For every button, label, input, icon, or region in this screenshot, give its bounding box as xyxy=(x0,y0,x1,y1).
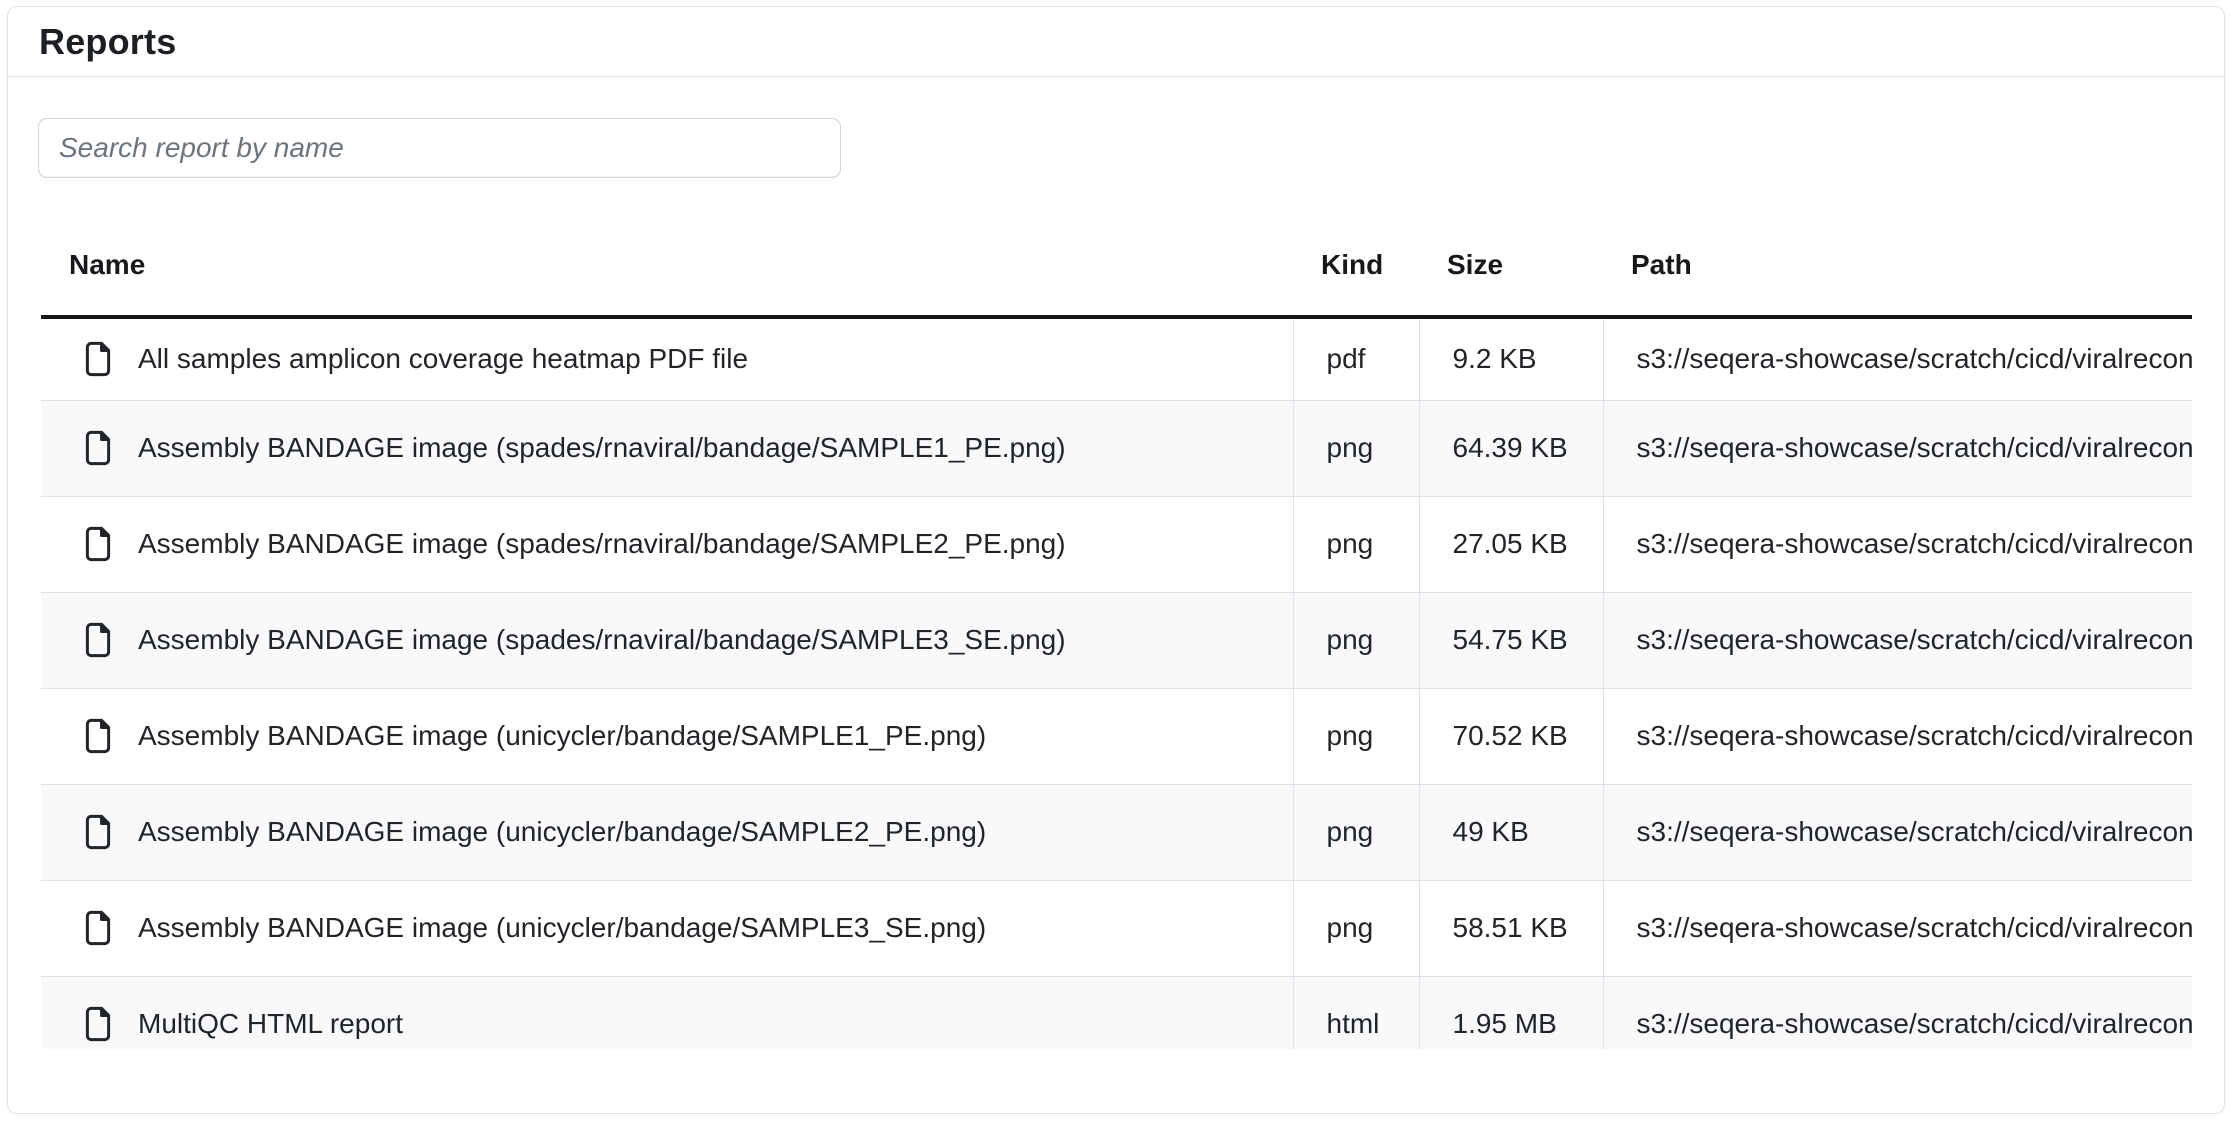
report-path: s3://seqera-showcase/scratch/cicd/viralr… xyxy=(1603,688,2192,784)
col-header-path: Path xyxy=(1603,214,2192,317)
report-name: All samples amplicon coverage heatmap PD… xyxy=(138,343,748,375)
col-header-size: Size xyxy=(1419,214,1603,317)
report-size: 9.2 KB xyxy=(1419,317,1603,400)
col-header-name: Name xyxy=(41,214,1293,317)
report-kind: pdf xyxy=(1293,317,1419,400)
report-size: 54.75 KB xyxy=(1419,592,1603,688)
report-path: s3://seqera-showcase/scratch/cicd/viralr… xyxy=(1603,976,2192,1049)
reports-table: Name Kind Size Path All samples amplicon… xyxy=(41,214,2192,1049)
report-name: Assembly BANDAGE image (spades/rnaviral/… xyxy=(138,624,1066,656)
report-kind: png xyxy=(1293,400,1419,496)
report-name: MultiQC HTML report xyxy=(138,1008,403,1040)
report-kind: png xyxy=(1293,688,1419,784)
report-path: s3://seqera-showcase/scratch/cicd/viralr… xyxy=(1603,317,2192,400)
report-kind: html xyxy=(1293,976,1419,1049)
table-row[interactable]: Assembly BANDAGE image (unicycler/bandag… xyxy=(41,688,2192,784)
file-icon xyxy=(81,909,115,947)
reports-table-body: All samples amplicon coverage heatmap PD… xyxy=(41,317,2192,1049)
table-row[interactable]: Assembly BANDAGE image (unicycler/bandag… xyxy=(41,880,2192,976)
report-size: 58.51 KB xyxy=(1419,880,1603,976)
reports-card: Reports Name Kind Size Path xyxy=(7,6,2225,1114)
report-kind: png xyxy=(1293,784,1419,880)
report-name: Assembly BANDAGE image (unicycler/bandag… xyxy=(138,816,986,848)
search-input[interactable] xyxy=(38,118,841,178)
file-icon xyxy=(81,621,115,659)
card-header: Reports xyxy=(8,7,2224,77)
report-size: 70.52 KB xyxy=(1419,688,1603,784)
file-icon xyxy=(81,429,115,467)
table-row[interactable]: Assembly BANDAGE image (unicycler/bandag… xyxy=(41,784,2192,880)
report-path: s3://seqera-showcase/scratch/cicd/viralr… xyxy=(1603,880,2192,976)
report-name: Assembly BANDAGE image (spades/rnaviral/… xyxy=(138,528,1066,560)
report-path: s3://seqera-showcase/scratch/cicd/viralr… xyxy=(1603,784,2192,880)
report-size: 64.39 KB xyxy=(1419,400,1603,496)
report-name: Assembly BANDAGE image (unicycler/bandag… xyxy=(138,912,986,944)
report-name: Assembly BANDAGE image (spades/rnaviral/… xyxy=(138,432,1066,464)
report-kind: png xyxy=(1293,496,1419,592)
file-icon xyxy=(81,813,115,851)
report-name: Assembly BANDAGE image (unicycler/bandag… xyxy=(138,720,986,752)
table-header-row: Name Kind Size Path xyxy=(41,214,2192,317)
report-path: s3://seqera-showcase/scratch/cicd/viralr… xyxy=(1603,592,2192,688)
table-row[interactable]: Assembly BANDAGE image (spades/rnaviral/… xyxy=(41,400,2192,496)
table-row[interactable]: Assembly BANDAGE image (spades/rnaviral/… xyxy=(41,592,2192,688)
file-icon xyxy=(81,525,115,563)
file-icon xyxy=(81,717,115,755)
report-kind: png xyxy=(1293,880,1419,976)
report-size: 27.05 KB xyxy=(1419,496,1603,592)
file-icon xyxy=(81,1005,115,1043)
report-path: s3://seqera-showcase/scratch/cicd/viralr… xyxy=(1603,496,2192,592)
col-header-kind: Kind xyxy=(1293,214,1419,317)
page-title: Reports xyxy=(39,21,176,63)
table-row[interactable]: Assembly BANDAGE image (spades/rnaviral/… xyxy=(41,496,2192,592)
table-row[interactable]: All samples amplicon coverage heatmap PD… xyxy=(41,317,2192,400)
report-size: 49 KB xyxy=(1419,784,1603,880)
report-size: 1.95 MB xyxy=(1419,976,1603,1049)
card-body: Name Kind Size Path All samples amplicon… xyxy=(8,77,2224,1049)
file-icon xyxy=(81,340,115,378)
report-path: s3://seqera-showcase/scratch/cicd/viralr… xyxy=(1603,400,2192,496)
report-kind: png xyxy=(1293,592,1419,688)
reports-table-container[interactable]: Name Kind Size Path All samples amplicon… xyxy=(41,214,2192,1049)
table-row[interactable]: MultiQC HTML report html 1.95 MB s3://se… xyxy=(41,976,2192,1049)
